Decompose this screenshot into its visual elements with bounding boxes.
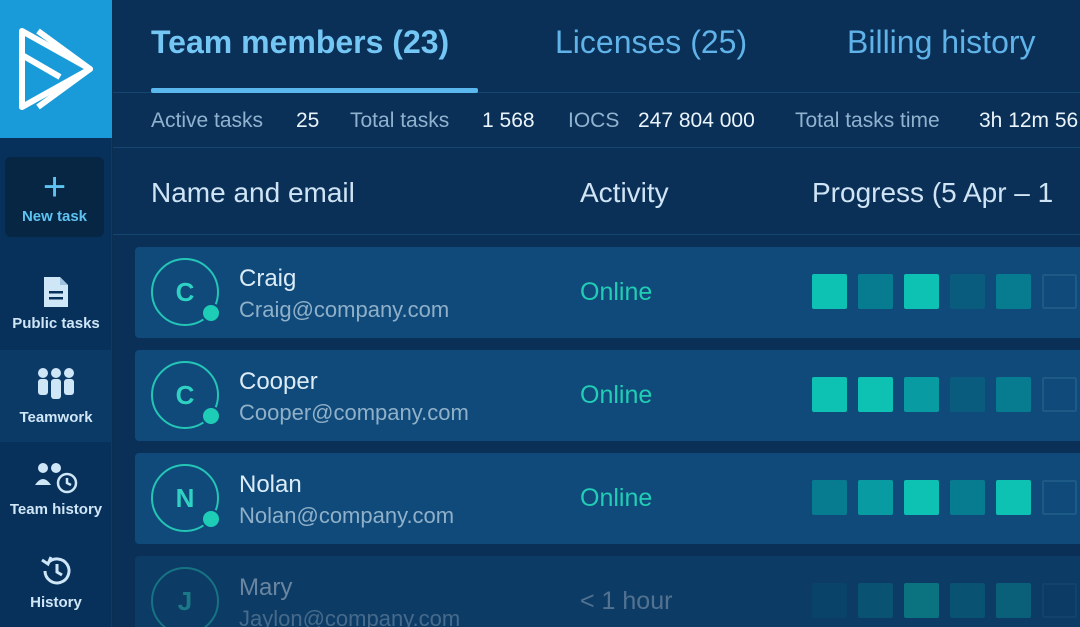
plus-icon: + [42,164,67,209]
progress-square [858,583,893,618]
progress-square [904,480,939,515]
progress-square [996,480,1031,515]
activity-status: Online [580,381,653,409]
member-email: Nolan@company.com [239,503,455,528]
member-name: Cooper [239,368,318,395]
member-name: Nolan [239,471,302,498]
avatar-initial: J [177,585,193,616]
app-logo[interactable] [0,0,112,138]
progress-square [950,583,985,618]
tab-team-members[interactable]: Team members (23) [151,24,449,61]
iocs-label: IOCS [568,109,620,132]
online-status-dot [201,303,221,323]
progress-square [996,377,1031,412]
table-row[interactable]: J Mary Jaylon@company.com < 1 hour [135,556,1080,627]
team-history-icon [35,462,78,493]
progress-square [950,274,985,309]
total-tasks-label: Total tasks [350,109,450,132]
column-header-name[interactable]: Name and email [151,177,355,209]
activity-status: Online [580,278,653,306]
column-header-progress[interactable]: Progress (5 Apr – 1 [812,177,1053,209]
play-logo-icon [19,28,93,110]
progress-square [904,583,939,618]
total-time-label: Total tasks time [795,109,940,132]
table-header: Name and email Activity Progress (5 Apr … [113,149,1080,235]
progress-square [1042,480,1077,515]
progress-square [996,583,1031,618]
table-row[interactable]: N Nolan Nolan@company.com Online [135,453,1080,544]
member-email: Cooper@company.com [239,400,469,425]
avatar-initial: N [175,482,195,513]
avatar-initial: C [175,276,195,307]
progress-square [858,480,893,515]
active-tab-indicator [151,88,478,93]
progress-square [904,377,939,412]
online-status-dot [201,509,221,529]
main-panel: Team members (23) Licenses (25) Billing … [113,0,1080,627]
active-tasks-value: 25 [296,109,320,132]
sidebar-item-team-history[interactable]: Team history [0,443,112,535]
sidebar-item-label: Team history [9,500,103,518]
sidebar-item-teamwork[interactable]: Teamwork [0,350,112,442]
total-time-value: 3h 12m 56 [979,109,1079,132]
progress-square [1042,377,1077,412]
tab-licenses[interactable]: Licenses (25) [555,24,747,61]
avatar-initial: C [175,379,195,410]
progress-square [812,583,847,618]
active-tasks-label: Active tasks [151,109,264,132]
sidebar-item-label: History [30,593,82,611]
history-icon [41,555,71,584]
progress-square [950,480,985,515]
member-name: Craig [239,265,297,292]
column-header-activity[interactable]: Activity [580,177,669,209]
team-icon [38,367,74,399]
member-email: Craig@company.com [239,297,450,322]
table-row[interactable]: C Cooper Cooper@company.com Online [135,350,1080,441]
progress-square [1042,583,1077,618]
sidebar-item-label: Teamwork [19,408,93,426]
avatar: J [151,567,219,627]
iocs-value: 247 804 000 [638,109,755,132]
tab-billing-history[interactable]: Billing history [847,24,1036,61]
tab-bar: Team members (23) Licenses (25) Billing … [113,0,1080,93]
activity-status: < 1 hour [580,587,673,615]
avatar: C [151,361,221,429]
online-status-dot [201,406,221,426]
member-email: Jaylon@company.com [239,606,461,627]
progress-square [996,274,1031,309]
sidebar-item-public-tasks[interactable]: Public tasks [0,257,112,349]
avatar: C [151,258,221,326]
activity-status: Online [580,484,653,512]
avatar: N [151,464,221,532]
sidebar: + New task Public tasks Teamwork Team hi… [0,0,112,627]
table-row[interactable]: C Craig Craig@company.com Online [135,247,1080,338]
progress-square [812,480,847,515]
progress-square [858,274,893,309]
new-task-button[interactable]: + New task [5,157,104,237]
member-name: Mary [239,574,293,601]
progress-square [812,377,847,412]
stats-bar: Active tasks 25 Total tasks 1 568 IOCS 2… [113,94,1080,148]
sidebar-item-label: Public tasks [12,314,100,332]
new-task-label: New task [21,207,88,225]
total-tasks-value: 1 568 [482,109,535,132]
progress-square [904,274,939,309]
progress-square [812,274,847,309]
progress-square [950,377,985,412]
document-icon [44,276,68,307]
progress-square [1042,274,1077,309]
progress-square [858,377,893,412]
sidebar-item-history[interactable]: History [0,536,112,627]
